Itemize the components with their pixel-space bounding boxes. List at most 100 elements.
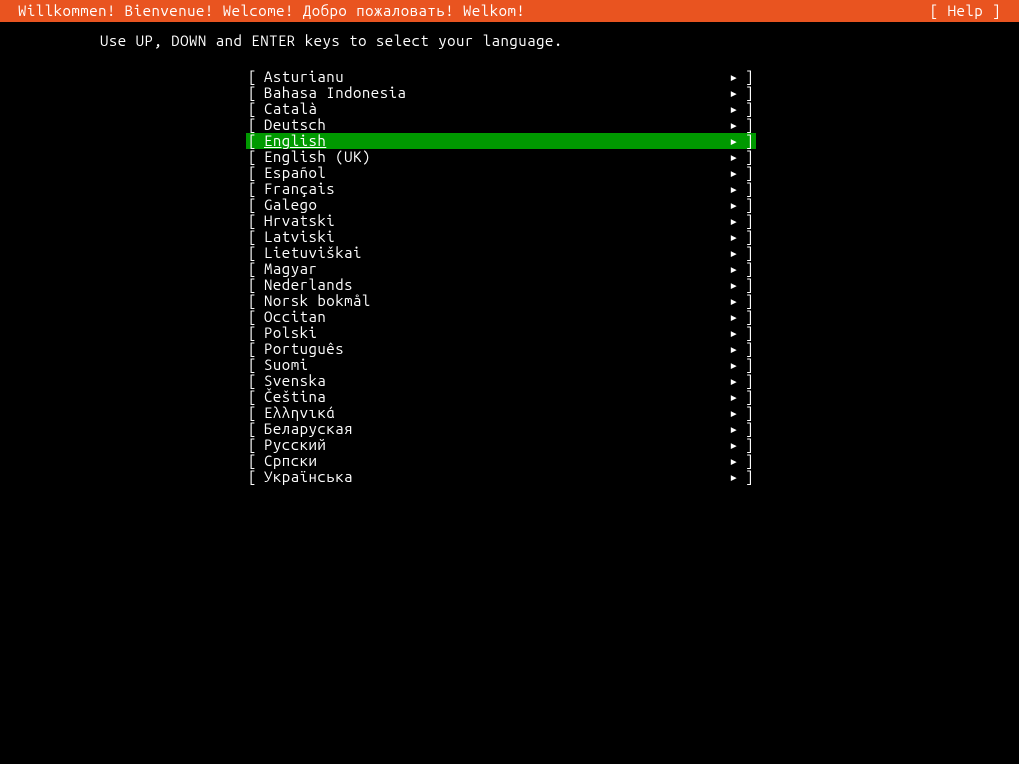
left-bracket: [	[246, 453, 264, 469]
language-option[interactable]: [Asturianu▸]	[246, 69, 756, 85]
language-option[interactable]: [Svenska▸]	[246, 373, 756, 389]
right-bracket: ]	[742, 69, 756, 85]
submenu-arrow-icon: ▸	[726, 405, 742, 421]
language-option[interactable]: [Occitan▸]	[246, 309, 756, 325]
language-label: Suomi	[264, 357, 726, 373]
language-option[interactable]: [Français▸]	[246, 181, 756, 197]
installer-header-bar: Willkommen! Bienvenue! Welcome! Добро по…	[0, 0, 1019, 22]
submenu-arrow-icon: ▸	[726, 421, 742, 437]
language-label: Čeština	[264, 389, 726, 405]
language-option[interactable]: [English (UK)▸]	[246, 149, 756, 165]
language-option[interactable]: [Português▸]	[246, 341, 756, 357]
left-bracket: [	[246, 133, 264, 149]
language-option[interactable]: [Hrvatski▸]	[246, 213, 756, 229]
language-option[interactable]: [Suomi▸]	[246, 357, 756, 373]
language-option[interactable]: [English▸]	[246, 133, 756, 149]
left-bracket: [	[246, 293, 264, 309]
left-bracket: [	[246, 325, 264, 341]
submenu-arrow-icon: ▸	[726, 309, 742, 325]
left-bracket: [	[246, 85, 264, 101]
submenu-arrow-icon: ▸	[726, 453, 742, 469]
language-label: Català	[264, 101, 726, 117]
right-bracket: ]	[742, 453, 756, 469]
submenu-arrow-icon: ▸	[726, 437, 742, 453]
right-bracket: ]	[742, 149, 756, 165]
left-bracket: [	[246, 197, 264, 213]
submenu-arrow-icon: ▸	[726, 469, 742, 485]
right-bracket: ]	[742, 181, 756, 197]
language-label: Русский	[264, 437, 726, 453]
language-option[interactable]: [Bahasa Indonesia▸]	[246, 85, 756, 101]
left-bracket: [	[246, 389, 264, 405]
language-label: Français	[264, 181, 726, 197]
left-bracket: [	[246, 277, 264, 293]
language-option[interactable]: [Беларуская▸]	[246, 421, 756, 437]
language-option[interactable]: [Galego▸]	[246, 197, 756, 213]
right-bracket: ]	[742, 373, 756, 389]
language-option[interactable]: [Nederlands▸]	[246, 277, 756, 293]
language-label: Српски	[264, 453, 726, 469]
instruction-text: Use UP, DOWN and ENTER keys to select yo…	[0, 22, 1019, 49]
left-bracket: [	[246, 245, 264, 261]
language-label: Latviski	[264, 229, 726, 245]
language-label: Lietuviškai	[264, 245, 726, 261]
right-bracket: ]	[742, 293, 756, 309]
language-option[interactable]: [Latviski▸]	[246, 229, 756, 245]
language-label: Português	[264, 341, 726, 357]
language-label: Ελληνικά	[264, 405, 726, 421]
right-bracket: ]	[742, 261, 756, 277]
right-bracket: ]	[742, 421, 756, 437]
right-bracket: ]	[742, 85, 756, 101]
right-bracket: ]	[742, 165, 756, 181]
left-bracket: [	[246, 261, 264, 277]
submenu-arrow-icon: ▸	[726, 373, 742, 389]
submenu-arrow-icon: ▸	[726, 277, 742, 293]
language-label: Svenska	[264, 373, 726, 389]
language-option[interactable]: [Polski▸]	[246, 325, 756, 341]
language-option[interactable]: [Norsk bokmål▸]	[246, 293, 756, 309]
right-bracket: ]	[742, 309, 756, 325]
language-label: Galego	[264, 197, 726, 213]
submenu-arrow-icon: ▸	[726, 229, 742, 245]
language-label: English (UK)	[264, 149, 726, 165]
right-bracket: ]	[742, 469, 756, 485]
submenu-arrow-icon: ▸	[726, 165, 742, 181]
left-bracket: [	[246, 341, 264, 357]
language-option[interactable]: [Magyar▸]	[246, 261, 756, 277]
submenu-arrow-icon: ▸	[726, 293, 742, 309]
language-option[interactable]: [Deutsch▸]	[246, 117, 756, 133]
right-bracket: ]	[742, 133, 756, 149]
submenu-arrow-icon: ▸	[726, 117, 742, 133]
language-label: Hrvatski	[264, 213, 726, 229]
submenu-arrow-icon: ▸	[726, 357, 742, 373]
right-bracket: ]	[742, 197, 756, 213]
right-bracket: ]	[742, 277, 756, 293]
language-label: Asturianu	[264, 69, 726, 85]
language-option[interactable]: [Lietuviškai▸]	[246, 245, 756, 261]
submenu-arrow-icon: ▸	[726, 149, 742, 165]
right-bracket: ]	[742, 405, 756, 421]
right-bracket: ]	[742, 437, 756, 453]
language-label: Polski	[264, 325, 726, 341]
left-bracket: [	[246, 69, 264, 85]
left-bracket: [	[246, 101, 264, 117]
submenu-arrow-icon: ▸	[726, 245, 742, 261]
language-option[interactable]: [Català▸]	[246, 101, 756, 117]
language-option[interactable]: [Español▸]	[246, 165, 756, 181]
left-bracket: [	[246, 117, 264, 133]
language-label: Bahasa Indonesia	[264, 85, 726, 101]
left-bracket: [	[246, 469, 264, 485]
right-bracket: ]	[742, 341, 756, 357]
left-bracket: [	[246, 357, 264, 373]
language-label: Español	[264, 165, 726, 181]
language-option[interactable]: [Русский▸]	[246, 437, 756, 453]
language-option[interactable]: [Српски▸]	[246, 453, 756, 469]
help-button[interactable]: [ Help ]	[930, 0, 1001, 22]
submenu-arrow-icon: ▸	[726, 261, 742, 277]
right-bracket: ]	[742, 389, 756, 405]
language-option[interactable]: [Čeština▸]	[246, 389, 756, 405]
language-label: Deutsch	[264, 117, 726, 133]
language-option[interactable]: [Ελληνικά▸]	[246, 405, 756, 421]
language-option[interactable]: [Українська▸]	[246, 469, 756, 485]
left-bracket: [	[246, 405, 264, 421]
